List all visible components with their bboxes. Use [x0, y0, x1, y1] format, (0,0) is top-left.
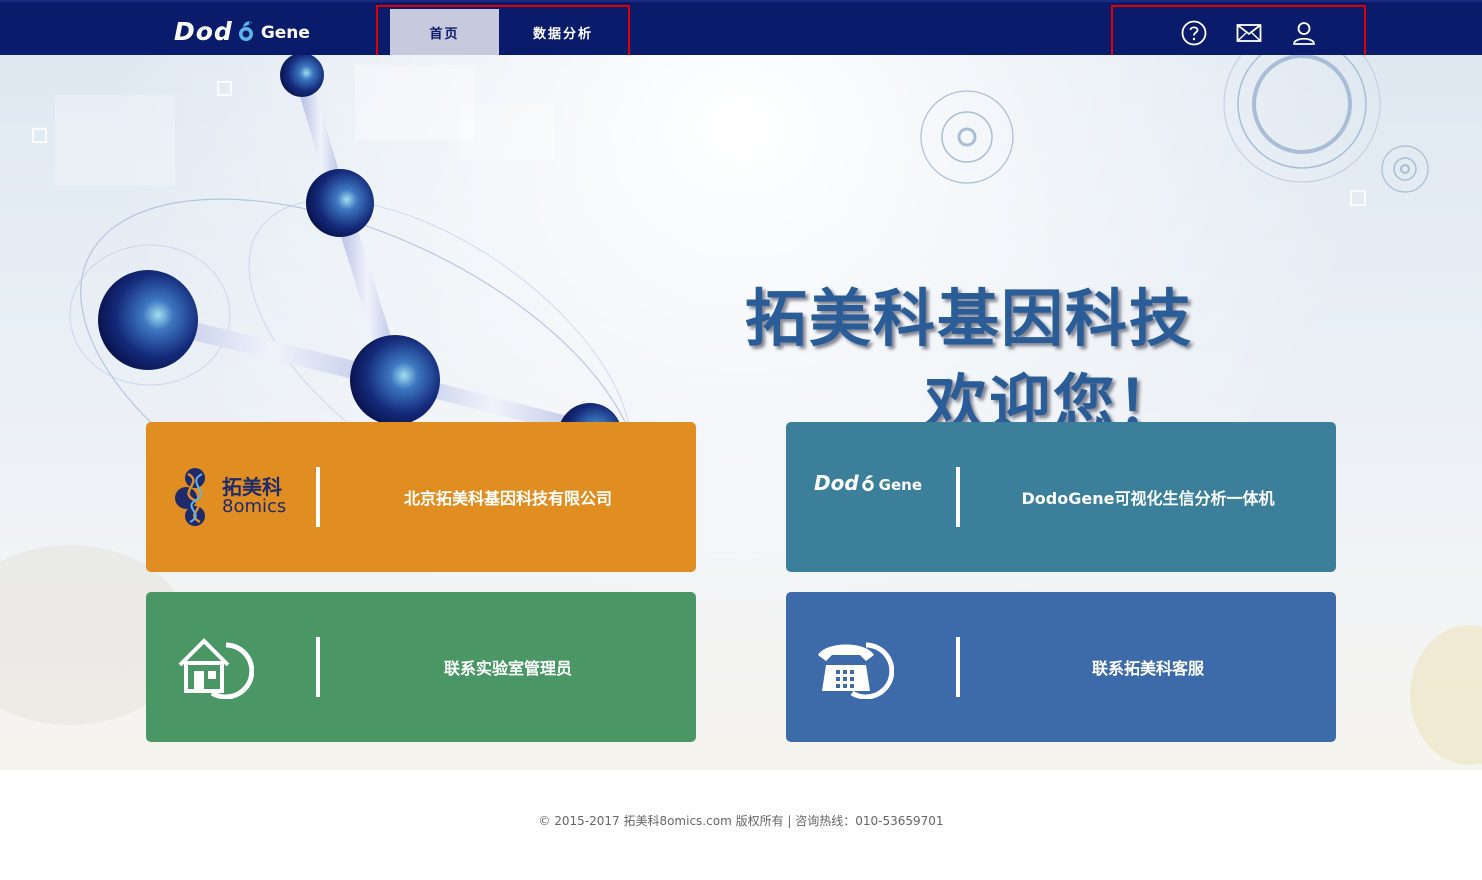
nav-tab-data-analysis[interactable]: 数据分析 [499, 9, 627, 56]
dodo-bird-icon [861, 475, 874, 492]
dna-helix-icon [175, 468, 205, 526]
user-icon[interactable] [1291, 20, 1317, 46]
card-label: 联系拓美科客服 [1091, 659, 1204, 678]
top-navbar: Dod Gene 首页 数据分析 [0, 0, 1482, 60]
header-tools [1111, 5, 1366, 60]
card-contact-lab-admin[interactable]: 联系实验室管理员 [146, 592, 696, 742]
mail-icon[interactable] [1236, 20, 1262, 46]
dodogene-logo-left: Dod [814, 471, 859, 495]
card-contact-customer-service[interactable]: 联系拓美科客服 [786, 592, 1336, 742]
home-icon [178, 638, 254, 699]
8omics-logo-cn: 拓美科 [222, 475, 282, 500]
welcome-title: 拓美科基因科技 [745, 282, 1194, 355]
8omics-logo: 拓美科 8omics [174, 466, 304, 528]
card-label: DodoGene可视化生信分析一体机 [1021, 489, 1275, 508]
main-nav: 首页 数据分析 [376, 5, 630, 60]
dodogene-card-logo: Dod Gene [814, 468, 922, 498]
logo-text-right: Gene [260, 23, 310, 43]
copyright-text: © 2015-2017 拓美科8omics.com 版权所有 | 咨询热线：01… [538, 814, 944, 828]
card-label: 北京拓美科基因科技有限公司 [403, 489, 612, 508]
help-icon[interactable] [1181, 20, 1207, 46]
nav-tab-home[interactable]: 首页 [390, 9, 499, 56]
card-8omics-company[interactable]: 拓美科 8omics 北京拓美科基因科技有限公司 [146, 422, 696, 572]
logo-text-left: Dod [174, 16, 233, 46]
card-label: 联系实验室管理员 [443, 659, 572, 678]
dodogene-logo-right: Gene [878, 475, 923, 494]
card-dodogene-platform[interactable]: Dod Gene DodoGene可视化生信分析一体机 [786, 422, 1336, 572]
dodogene-logo[interactable]: Dod Gene [174, 16, 310, 46]
telephone-icon [818, 642, 894, 699]
footer: © 2015-2017 拓美科8omics.com 版权所有 | 咨询热线：01… [0, 770, 1482, 880]
dodo-bird-icon [238, 21, 253, 41]
8omics-logo-en: 8omics [222, 496, 287, 518]
